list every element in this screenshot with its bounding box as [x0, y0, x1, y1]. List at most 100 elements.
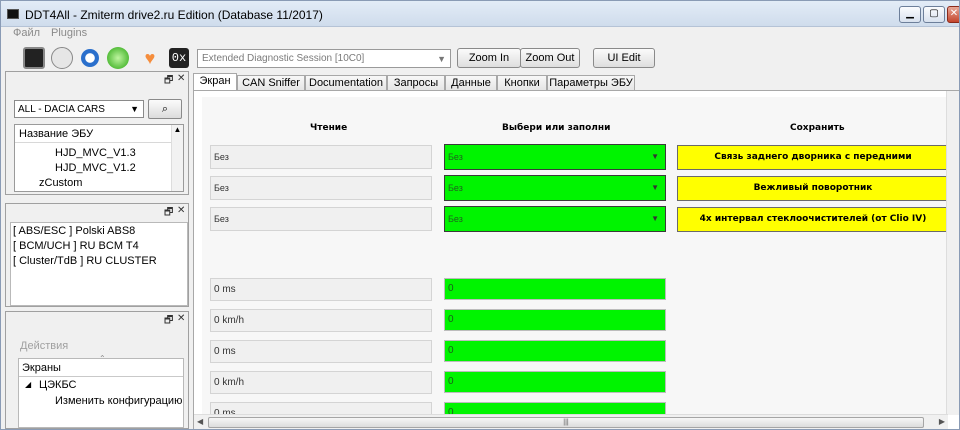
menu-file[interactable]: Файл	[13, 27, 40, 39]
tab-can-sniffer[interactable]: CAN Sniffer	[237, 75, 305, 91]
ecu-search-button[interactable]: ⌕	[148, 99, 182, 119]
screen-icon[interactable]	[23, 47, 45, 69]
sort-icon: ⌃	[99, 354, 106, 363]
float-icon[interactable]: 🗗	[164, 313, 173, 330]
session-value: Extended Diagnostic Session [10C0]	[202, 53, 365, 64]
chevron-down-icon: ▼	[437, 54, 446, 64]
ui-edit-button[interactable]: UI Edit	[593, 48, 655, 68]
screens-header-label: Экраны	[22, 362, 61, 374]
actions-pane: 🗗 ✕ Действия ⌃ Экраны ◢ ЦЭКБС Изменить к…	[5, 311, 189, 429]
chevron-down-icon: ▼	[651, 214, 659, 223]
zoom-in-button[interactable]: Zoom In	[457, 48, 521, 68]
ecu-list-pane: 🗗 ✕ [ ABS/ESC ] Polski ABS8 [ BCM/UCH ] …	[5, 203, 189, 307]
actions-label: Действия	[20, 340, 69, 352]
scroll-left-icon[interactable]: ◀	[197, 417, 203, 426]
menu-bar: Файл Plugins	[1, 27, 959, 41]
option-select[interactable]: Без ▼	[444, 175, 666, 201]
car-select[interactable]: ALL - DACIA CARS ▼	[14, 100, 144, 118]
value-input[interactable]: 0	[444, 340, 666, 362]
tab-data[interactable]: Данные	[445, 75, 497, 91]
settings-icon[interactable]	[51, 47, 73, 69]
save-option-button[interactable]: Связь заднего дворника с передними	[677, 145, 949, 170]
read-field: Без	[210, 145, 432, 169]
ecu-screen: Чтение Выбери или заполни Сохранить Без …	[202, 97, 950, 415]
close-icon[interactable]: ✕	[177, 73, 185, 84]
value-input[interactable]: 0	[444, 278, 666, 300]
pane-header: 🗗 ✕	[6, 312, 188, 328]
ecu-tree[interactable]: Название ЭБУ HJD_MVC_V1.3 HJD_MVC_V1.2 z…	[14, 124, 184, 192]
tab-documentation[interactable]: Documentation	[305, 75, 387, 91]
save-option-button[interactable]: 4x интервал стеклоочистителей (от Clio I…	[677, 207, 949, 232]
save-option-button[interactable]: Вежливый поворотник	[677, 176, 949, 201]
option-select-value: Без	[448, 214, 463, 224]
horizontal-scrollbar[interactable]: ◀ ||| ▶	[194, 414, 948, 429]
session-select[interactable]: Extended Diagnostic Session [10C0] ▼	[197, 49, 451, 68]
list-item[interactable]: [ Cluster/TdB ] RU CLUSTER	[13, 255, 157, 267]
chevron-up-icon: ▲	[173, 125, 182, 134]
car-select-value: ALL - DACIA CARS	[18, 104, 105, 115]
chevron-down-icon: ▼	[130, 104, 139, 114]
read-value: 0 km/h	[210, 309, 432, 332]
maximize-button[interactable]: ▢	[923, 6, 945, 23]
search-icon: ⌕	[161, 103, 169, 115]
tab-requests[interactable]: Запросы	[387, 75, 445, 91]
expand-icon[interactable]: ◢	[25, 380, 31, 389]
option-select[interactable]: Без ▼	[444, 144, 666, 170]
window-title: DDT4All - Zmiterm drive2.ru Edition (Dat…	[25, 8, 323, 22]
close-icon[interactable]: ✕	[177, 313, 185, 324]
connect-icon[interactable]	[107, 47, 129, 69]
list-item[interactable]: [ ABS/ESC ] Polski ABS8	[13, 225, 135, 237]
ecu-list[interactable]: [ ABS/ESC ] Polski ABS8 [ BCM/UCH ] RU B…	[10, 222, 188, 306]
heart-icon[interactable]: ♥	[139, 47, 161, 69]
list-item[interactable]: [ BCM/UCH ] RU BCM T4	[13, 240, 139, 252]
tab-bar: Экран CAN Sniffer Documentation Запросы …	[193, 73, 959, 92]
tab-ecu-params[interactable]: Параметры ЭБУ	[547, 75, 635, 91]
minimize-icon: ▁	[906, 8, 914, 19]
app-icon	[7, 9, 19, 19]
pane-header: 🗗 ✕	[6, 204, 188, 220]
tree-item[interactable]: HJD_MVC_V1.3	[55, 147, 136, 159]
option-select[interactable]: Без ▼	[444, 206, 666, 232]
minimize-button[interactable]: ▁	[899, 6, 921, 23]
read-field: Без	[210, 176, 432, 200]
tab-buttons[interactable]: Кнопки	[497, 75, 547, 91]
scroll-right-icon[interactable]: ▶	[939, 417, 945, 426]
scrollbar-thumb[interactable]: |||	[208, 417, 924, 428]
screen-content: Чтение Выбери или заполни Сохранить Без …	[193, 90, 959, 429]
menu-plugins[interactable]: Plugins	[51, 27, 87, 39]
column-header-choose: Выбери или заполни	[502, 123, 611, 133]
option-select-value: Без	[448, 183, 463, 193]
ecu-select-pane: 🗗 ✕ ALL - DACIA CARS ▼ ⌕ Название ЭБУ HJ…	[5, 71, 189, 195]
ecu-tree-header: Название ЭБУ	[15, 125, 175, 143]
screens-header: ⌃ Экраны	[19, 354, 183, 377]
vertical-scrollbar[interactable]	[946, 91, 959, 415]
chevron-down-icon: ▼	[651, 152, 659, 161]
value-input[interactable]: 0	[444, 309, 666, 331]
screens-tree[interactable]: ⌃ Экраны ◢ ЦЭКБС Изменить конфигурацию	[18, 354, 184, 428]
float-icon[interactable]: 🗗	[164, 73, 173, 90]
read-value: 0 km/h	[210, 371, 432, 394]
float-icon[interactable]: 🗗	[164, 205, 173, 222]
close-button[interactable]: ✕	[947, 6, 959, 23]
tree-item[interactable]: HJD_MVC_V1.2	[55, 162, 136, 174]
maximize-icon: ▢	[929, 8, 939, 19]
refresh-icon[interactable]	[81, 49, 99, 67]
hex-icon[interactable]: 0x	[169, 48, 189, 68]
chevron-down-icon: ▼	[651, 183, 659, 192]
column-header-save: Сохранить	[790, 123, 845, 133]
read-field: Без	[210, 207, 432, 231]
tree-item[interactable]: zCustom	[39, 177, 82, 189]
zoom-out-button[interactable]: Zoom Out	[520, 48, 580, 68]
value-input[interactable]: 0	[444, 371, 666, 393]
column-header-read: Чтение	[310, 123, 348, 133]
tree-item[interactable]: Изменить конфигурацию	[55, 395, 182, 407]
read-value: 0 ms	[210, 278, 432, 301]
title-bar: DDT4All - Zmiterm drive2.ru Edition (Dat…	[1, 1, 959, 27]
pane-header: 🗗 ✕	[6, 72, 188, 88]
close-icon[interactable]: ✕	[177, 205, 185, 216]
option-select-value: Без	[448, 152, 463, 162]
close-icon: ✕	[949, 8, 959, 19]
app-window: DDT4All - Zmiterm drive2.ru Edition (Dat…	[0, 0, 960, 430]
tree-item[interactable]: ЦЭКБС	[39, 379, 77, 391]
ecu-tree-scrollbar[interactable]: ▲	[171, 125, 183, 191]
